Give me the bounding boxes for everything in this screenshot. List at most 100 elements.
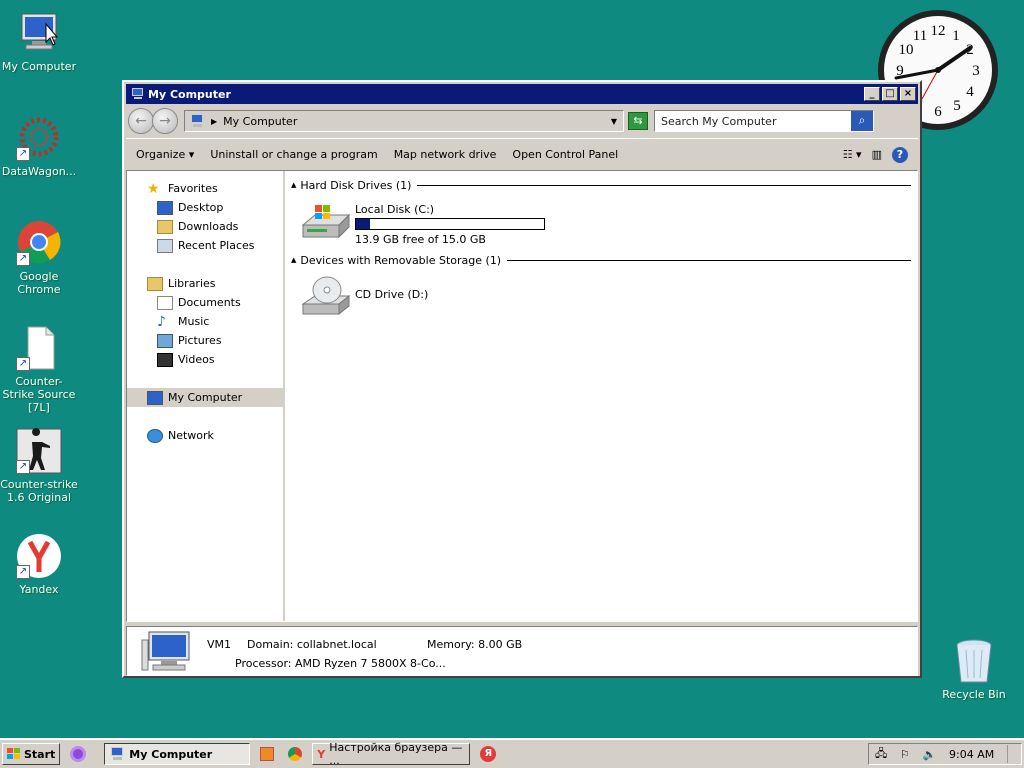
computer-icon	[147, 390, 163, 405]
computer-processor: Processor: AMD Ryzen 7 5800X 8-Co...	[235, 657, 446, 670]
nav-my-computer[interactable]: My Computer	[127, 388, 283, 407]
clock-time[interactable]: 9:04 AM	[949, 748, 994, 761]
nav-desktop[interactable]: Desktop	[127, 198, 283, 217]
windows-flag-icon	[7, 748, 20, 759]
music-icon: ♪	[157, 313, 166, 330]
window-titlebar[interactable]: My Computer _ □ ×	[126, 84, 918, 104]
drive-local-disk-c[interactable]: Local Disk (C:) 13.9 GB free of 15.0 GB	[301, 199, 911, 246]
network-status-icon[interactable]: 🖧	[875, 745, 887, 764]
nav-videos[interactable]: Videos	[127, 350, 283, 369]
media-player-icon[interactable]	[260, 747, 275, 761]
uninstall-program-button[interactable]: Uninstall or change a program	[210, 148, 377, 161]
desktop-icon-datawagon[interactable]: ↗ DataWagon...	[0, 115, 78, 178]
nav-music[interactable]: ♪ Music	[127, 312, 283, 331]
preview-pane-icon[interactable]: ▥	[872, 148, 882, 161]
address-bar: ← → ▶ My Computer ▼ ⇆ Search My Computer…	[126, 106, 918, 136]
collapse-caret-icon[interactable]: ▲	[291, 181, 296, 189]
content-area: ★ Favorites Desktop Downloads Recent Pla…	[126, 170, 918, 622]
desktop-icon-yandex[interactable]: ↗ Yandex	[0, 533, 78, 596]
nav-pictures[interactable]: Pictures	[127, 331, 283, 350]
minimize-button[interactable]: _	[864, 87, 880, 101]
datawagon-icon: ↗	[16, 115, 62, 161]
alice-assistant-icon[interactable]	[70, 746, 87, 762]
command-bar: Organize ▾ Uninstall or change a program…	[126, 138, 918, 170]
computer-icon	[191, 114, 203, 127]
clock-number: 1	[952, 28, 960, 44]
desktop-icon-label: DataWagon...	[1, 165, 77, 178]
address-field[interactable]: ▶ My Computer ▼	[184, 110, 624, 132]
refresh-button[interactable]: ⇆	[628, 112, 648, 130]
help-icon[interactable]: ?	[892, 146, 908, 163]
star-icon: ★	[147, 180, 160, 197]
shortcut-arrow-icon: ↗	[16, 357, 30, 371]
organize-button[interactable]: Organize ▾	[136, 148, 194, 161]
desktop-icon-counter-strike-source[interactable]: ↗ Counter-Strike Source [7L]	[0, 325, 78, 414]
clock-number: 5	[953, 98, 961, 114]
system-tray: 🖧 ⚐ 🔈 9:04 AM	[868, 743, 1022, 765]
counter-strike-icon: ↗	[16, 428, 62, 474]
desktop-icon-label: Google Chrome	[17, 270, 61, 296]
action-center-flag-icon[interactable]: ⚐	[900, 748, 910, 761]
address-text: My Computer	[223, 114, 298, 128]
nav-recent-places[interactable]: Recent Places	[127, 236, 283, 255]
taskbar: Start My Computer Y Настройка браузера —…	[0, 738, 1024, 768]
computer-name: VM1	[207, 638, 232, 651]
volume-icon[interactable]: 🔈	[923, 748, 937, 761]
nav-downloads[interactable]: Downloads	[127, 217, 283, 236]
task-my-computer[interactable]: My Computer	[104, 743, 251, 765]
drive-cd-d[interactable]: CD Drive (D:)	[301, 274, 911, 318]
start-button[interactable]: Start	[2, 743, 61, 765]
main-pane: ▲ Hard Disk Drives (1) Local Disk (C:) 1…	[285, 171, 917, 621]
yandex-browser-icon[interactable]: Я	[480, 746, 497, 762]
cd-drive-icon	[301, 276, 351, 316]
my-computer-window[interactable]: My Computer _ □ × ← → ▶ My Computer ▼ ⇆ …	[122, 80, 922, 678]
back-button[interactable]: ←	[128, 108, 154, 134]
shortcut-arrow-icon: ↗	[16, 460, 30, 474]
collapse-caret-icon[interactable]: ▲	[291, 256, 296, 264]
maximize-button[interactable]: □	[882, 87, 898, 101]
chrome-icon: ↗	[16, 220, 62, 266]
computer-icon	[111, 747, 124, 760]
task-yandex-browser-settings[interactable]: Y Настройка браузера — ...	[312, 741, 471, 767]
clock-number: 6	[934, 104, 942, 120]
computer-icon	[132, 88, 143, 99]
desktop-icon-label: Counter-strike 1.6 Original	[0, 478, 78, 504]
desktop-icon-label: Yandex	[19, 583, 59, 596]
nav-documents[interactable]: Documents	[127, 293, 283, 312]
breadcrumb-chevron-icon[interactable]: ▶	[211, 117, 217, 126]
search-placeholder: Search My Computer	[661, 114, 777, 128]
clock-number: 3	[972, 63, 980, 79]
show-desktop-button[interactable]	[1007, 745, 1015, 763]
libraries-icon	[147, 276, 163, 291]
recent-places-icon	[157, 238, 173, 253]
chrome-icon[interactable]	[288, 747, 303, 761]
nav-network[interactable]: Network	[127, 426, 283, 445]
desktop-icon-my-computer[interactable]: My Computer	[0, 10, 78, 73]
shortcut-arrow-icon: ↗	[16, 565, 30, 579]
forward-button[interactable]: →	[152, 108, 178, 134]
window-title: My Computer	[148, 87, 231, 101]
search-icon[interactable]: ⌕	[851, 111, 873, 131]
desktop-icon-counter-strike-16[interactable]: ↗ Counter-strike 1.6 Original	[0, 428, 78, 504]
group-header-hard-disk-drives[interactable]: ▲ Hard Disk Drives (1)	[291, 177, 911, 193]
map-network-drive-button[interactable]: Map network drive	[394, 148, 497, 161]
search-input[interactable]: Search My Computer ⌕	[654, 110, 874, 132]
drive-free-space: 13.9 GB free of 15.0 GB	[355, 233, 486, 246]
open-control-panel-button[interactable]: Open Control Panel	[512, 148, 618, 161]
chevron-down-icon[interactable]: ▼	[611, 117, 617, 126]
desktop-icon-label: Counter-Strike Source [7L]	[2, 375, 76, 414]
group-header-removable-storage[interactable]: ▲ Devices with Removable Storage (1)	[291, 252, 911, 268]
change-view-icon[interactable]: ☷ ▾	[843, 148, 862, 161]
clock-number: 12	[931, 23, 946, 39]
desktop-icon-google-chrome[interactable]: ↗ Google Chrome	[0, 220, 78, 296]
shortcut-arrow-icon: ↗	[16, 252, 30, 266]
documents-icon	[157, 295, 173, 310]
clock-number: 4	[966, 84, 974, 100]
close-button[interactable]: ×	[900, 87, 916, 101]
desktop-icon-recycle-bin[interactable]: Recycle Bin	[935, 638, 1013, 701]
shortcut-arrow-icon: ↗	[16, 147, 30, 161]
nav-favorites[interactable]: ★ Favorites	[127, 179, 283, 198]
network-icon	[147, 428, 163, 443]
navigation-pane: ★ Favorites Desktop Downloads Recent Pla…	[127, 171, 285, 621]
nav-libraries[interactable]: Libraries	[127, 274, 283, 293]
